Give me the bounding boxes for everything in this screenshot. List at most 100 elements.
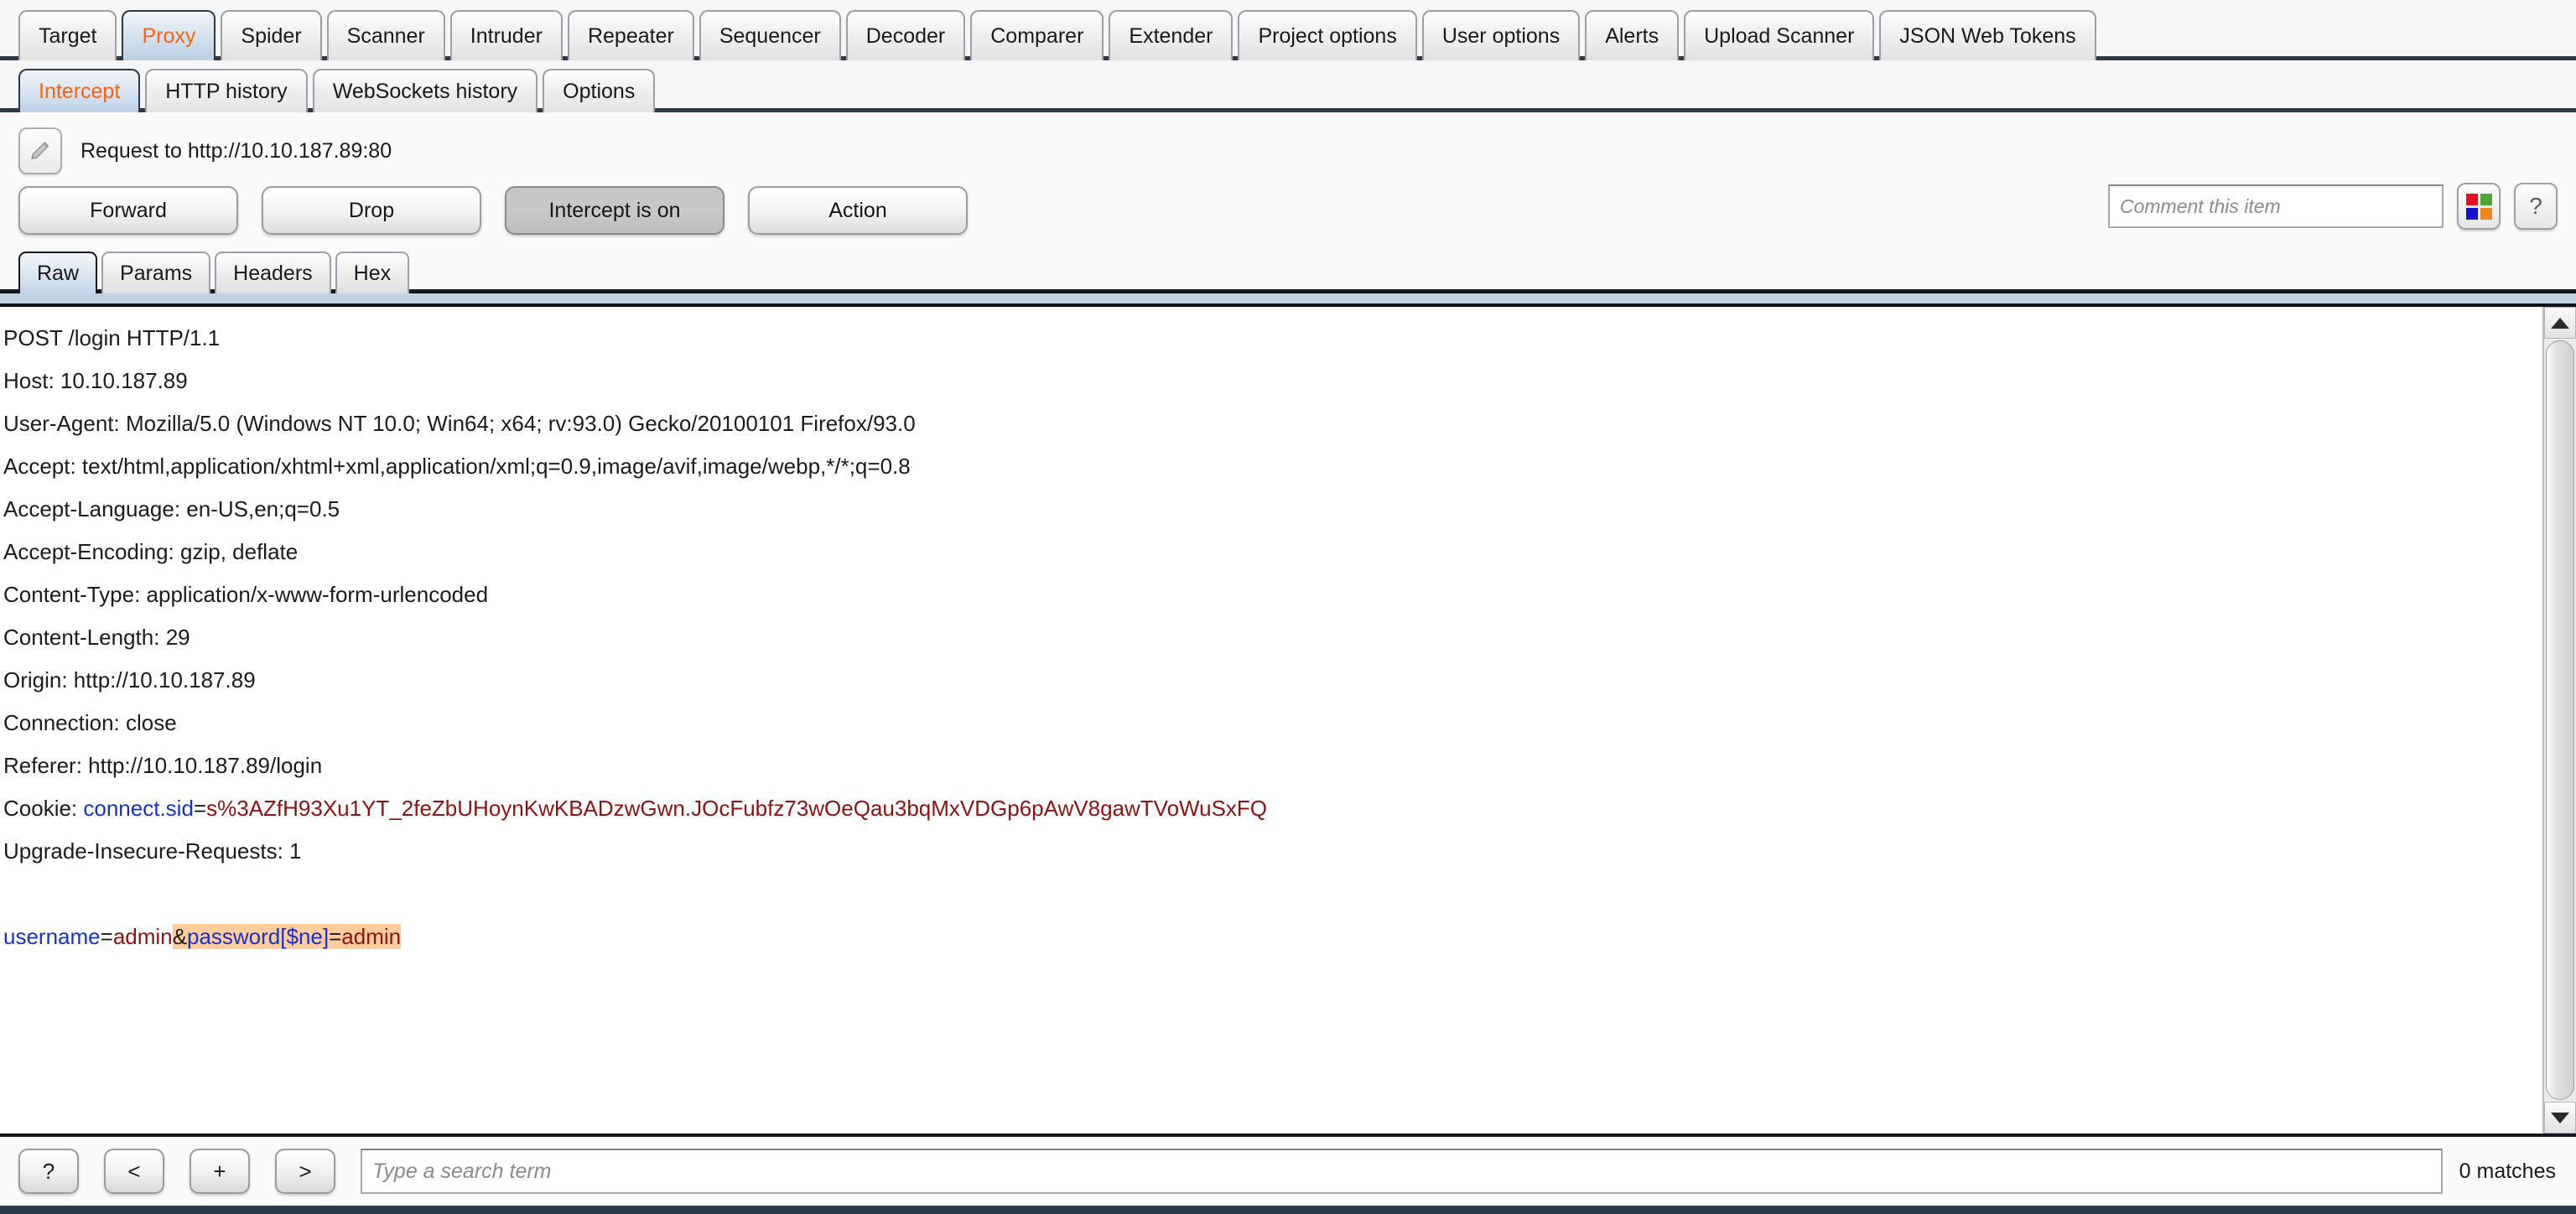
palette-swatch-3 [2480, 207, 2492, 220]
tab-extender[interactable]: Extender [1109, 10, 1233, 60]
subtab-options[interactable]: Options [543, 69, 656, 112]
request-token: Accept: text/html,application/xhtml+xml,… [3, 454, 911, 479]
request-token: Accept-Encoding: gzip, deflate [3, 539, 299, 564]
intercept-toggle-button[interactable]: Intercept is on [505, 186, 724, 235]
subtab-intercept[interactable]: Intercept [18, 69, 141, 112]
tab-label: HTTP history [165, 79, 288, 103]
color-palette-icon[interactable] [2457, 183, 2501, 230]
tab-decoder[interactable]: Decoder [845, 10, 966, 60]
tab-target[interactable]: Target [18, 10, 117, 60]
request-line: POST /login HTTP/1.1 [3, 317, 2542, 360]
subtab-websockets-history[interactable]: WebSockets history [312, 69, 538, 112]
tab-repeater[interactable]: Repeater [567, 10, 694, 60]
forward-button[interactable]: Forward [18, 186, 238, 235]
request-raw-editor[interactable]: POST /login HTTP/1.1 Host: 10.10.187.89 Us… [0, 307, 2542, 1134]
viewtab-params[interactable]: Params [101, 252, 211, 293]
search-help-button[interactable]: ? [18, 1149, 79, 1194]
request-line: Connection: close [3, 702, 2542, 744]
tab-sequencer[interactable]: Sequencer [699, 10, 841, 60]
palette-swatch-2 [2465, 207, 2478, 220]
viewtab-headers[interactable]: Headers [215, 252, 331, 293]
intercept-button-row: Forward Drop Intercept is on Action Comm… [0, 178, 2576, 243]
scroll-up-arrow-icon[interactable] [2544, 307, 2576, 339]
tab-scanner[interactable]: Scanner [326, 10, 445, 60]
request-line: Accept: text/html,application/xhtml+xml,… [3, 445, 2542, 488]
request-token: password[$ne] [186, 924, 330, 949]
request-token: Content-Type: application/x-www-form-url… [3, 582, 489, 607]
tab-label: Repeater [587, 23, 674, 48]
window-bottom-edge [0, 1206, 2576, 1214]
search-input[interactable]: Type a search term [361, 1149, 2443, 1194]
viewtab-raw[interactable]: Raw [18, 252, 98, 293]
tab-label: Raw [37, 261, 80, 285]
action-button[interactable]: Action [748, 186, 968, 235]
request-line: Content-Type: application/x-www-form-url… [3, 573, 2542, 616]
tab-project-options[interactable]: Project options [1238, 10, 1417, 60]
tab-label: JSON Web Tokens [1899, 23, 2076, 48]
tab-label: Alerts [1605, 23, 1659, 48]
tab-upload-scanner[interactable]: Upload Scanner [1684, 10, 1875, 60]
tab-json-web-tokens[interactable]: JSON Web Tokens [1879, 10, 2096, 60]
question-mark-icon[interactable]: ? [2514, 183, 2558, 230]
search-bar: ? < + > Type a search term 0 matches [0, 1134, 2576, 1206]
request-title-row: Request to http://10.10.187.89:80 [0, 124, 2576, 178]
pencil-icon[interactable] [18, 127, 62, 174]
tab-label: User options [1441, 23, 1561, 48]
scroll-down-arrow-icon[interactable] [2544, 1102, 2576, 1134]
tab-label: Intruder [470, 23, 543, 48]
tab-label: Params [120, 261, 193, 285]
request-token: Accept-Language: en-US,en;q=0.5 [3, 496, 340, 521]
tab-label: Extender [1129, 23, 1213, 48]
tab-proxy[interactable]: Proxy [122, 10, 216, 60]
request-token: & [172, 924, 187, 949]
request-token: Host: 10.10.187.89 [3, 368, 188, 393]
tab-user-options[interactable]: User options [1421, 10, 1581, 60]
request-token: Content-Length: 29 [3, 625, 190, 650]
drop-button[interactable]: Drop [262, 186, 481, 235]
item-controls: Comment this item ? [2108, 183, 2558, 230]
tab-intruder[interactable]: Intruder [449, 10, 563, 60]
tab-comparer[interactable]: Comparer [970, 10, 1104, 60]
tab-label: Comparer [990, 23, 1084, 48]
match-count-label: 0 matches [2459, 1159, 2556, 1183]
tab-label: Sequencer [719, 23, 821, 48]
help-glyph: ? [2529, 193, 2542, 219]
request-token: = [329, 924, 342, 949]
request-line: Content-Length: 29 [3, 616, 2542, 659]
request-token: POST /login HTTP/1.1 [3, 325, 221, 350]
request-line: Upgrade-Insecure-Requests: 1 [3, 830, 2542, 873]
palette-swatch-1 [2480, 193, 2492, 205]
search-next-button[interactable]: > [275, 1149, 335, 1194]
request-editor-area: POST /login HTTP/1.1 Host: 10.10.187.89 Us… [0, 307, 2576, 1134]
scrollbar-track[interactable] [2544, 339, 2576, 1102]
request-line: username=admin&password[$ne]=admin [3, 916, 2542, 958]
request-line: User-Agent: Mozilla/5.0 (Windows NT 10.0… [3, 402, 2542, 445]
burp-suite-window: Target Proxy Spider Scanner Intruder Repeater… [0, 0, 2576, 1214]
request-token: admin [341, 924, 402, 949]
scrollbar-thumb[interactable] [2546, 340, 2574, 1100]
search-prev-button[interactable]: < [104, 1149, 164, 1194]
request-token: Upgrade-Insecure-Requests: 1 [3, 838, 302, 864]
editor-vertical-scrollbar[interactable] [2542, 307, 2576, 1134]
viewtab-hex[interactable]: Hex [335, 252, 410, 293]
tab-alerts[interactable]: Alerts [1585, 10, 1680, 60]
button-label: + [213, 1158, 226, 1184]
tab-spider[interactable]: Spider [221, 10, 322, 60]
button-label: < [127, 1158, 141, 1184]
intercept-header: Request to http://10.10.187.89:80 Forwar… [0, 112, 2576, 243]
tab-label: Project options [1258, 23, 1397, 48]
request-line: Accept-Language: en-US,en;q=0.5 [3, 488, 2542, 531]
search-add-button[interactable]: + [190, 1149, 250, 1194]
request-token: admin [112, 924, 173, 949]
tab-label: Options [563, 79, 636, 103]
editor-top-strip [0, 293, 2576, 307]
tab-label: Intercept [39, 79, 121, 103]
request-token: User-Agent: Mozilla/5.0 (Windows NT 10.0… [3, 411, 916, 436]
comment-input[interactable]: Comment this item [2108, 184, 2444, 228]
tab-label: Proxy [142, 23, 196, 48]
request-line: Accept-Encoding: gzip, deflate [3, 531, 2542, 573]
page-title: Request to http://10.10.187.89:80 [80, 138, 392, 163]
request-line [3, 873, 2542, 916]
request-line: Cookie: connect.sid=s%3AZfH93Xu1YT_2feZb… [3, 787, 2542, 830]
subtab-http-history[interactable]: HTTP history [145, 69, 308, 112]
